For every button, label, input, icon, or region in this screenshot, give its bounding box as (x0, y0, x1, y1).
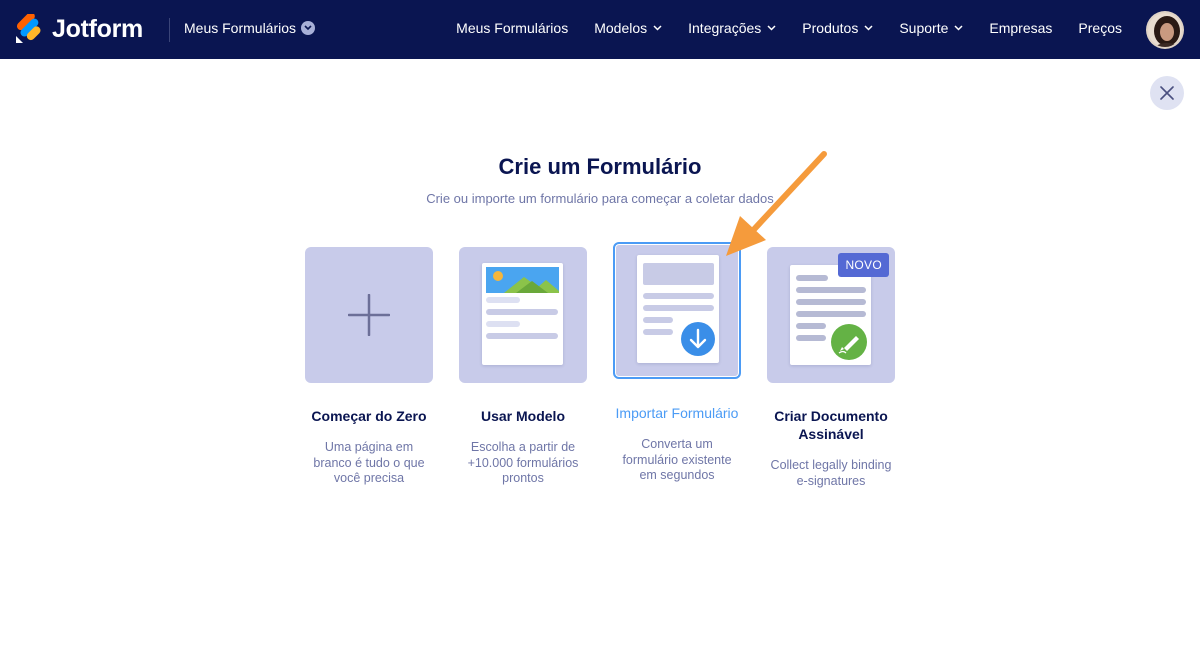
chevron-down-icon (767, 25, 776, 31)
jotform-logo-icon (14, 12, 42, 44)
modal-title: Crie um Formulário (498, 154, 702, 179)
option-tile[interactable]: NOVO (767, 247, 895, 383)
sign-document-icon (790, 265, 871, 365)
workspace-dropdown[interactable]: Meus Formulários (184, 20, 316, 36)
option-tile[interactable] (613, 242, 741, 379)
modal-subtitle: Crie ou importe um formulário para começ… (426, 191, 774, 206)
nav-label: Preços (1078, 20, 1122, 36)
option-description: Uma página em branco é tudo o que você p… (313, 440, 425, 485)
nav-item-integracoes[interactable]: Integrações (688, 20, 776, 36)
new-badge: NOVO (838, 253, 889, 277)
nav-item-empresas[interactable]: Empresas (989, 20, 1052, 36)
option-import-form[interactable]: Importar Formulário Converta um formulár… (613, 242, 741, 484)
option-description: Converta um formulário existente em segu… (622, 437, 732, 482)
option-tile[interactable] (459, 247, 587, 383)
option-label: Criar Documento Assinável (774, 408, 888, 442)
nav-item-modelos[interactable]: Modelos (594, 20, 662, 36)
header-divider (169, 18, 170, 42)
brand-name: Jotform (52, 14, 143, 43)
option-description: Escolha a partir de +10.000 formulários … (467, 440, 579, 485)
chevron-down-icon (954, 25, 963, 31)
option-create-sign-document[interactable]: NOVO Criar Documento Assinável Collect l… (767, 247, 895, 489)
top-navbar: Jotform Meus Formulários Meus Formulário… (0, 0, 1200, 59)
workspace-dropdown-label: Meus Formulários (184, 20, 297, 36)
pen-sign-icon (831, 324, 867, 360)
main-nav: Meus Formulários Modelos Integrações Pro… (430, 20, 1122, 36)
option-label: Começar do Zero (311, 408, 427, 424)
option-label: Importar Formulário (615, 405, 739, 421)
download-arrow-icon (681, 322, 715, 356)
nav-label: Integrações (688, 20, 762, 36)
plus-icon (348, 294, 390, 336)
option-use-template[interactable]: Usar Modelo Escolha a partir de +10.000 … (459, 247, 587, 487)
nav-item-precos[interactable]: Preços (1078, 20, 1122, 36)
annotation-arrow-icon (726, 151, 827, 256)
close-icon (1160, 86, 1174, 100)
nav-item-meus-formularios[interactable]: Meus Formulários (456, 20, 568, 36)
nav-label: Empresas (989, 20, 1053, 36)
template-icon (482, 263, 563, 365)
option-start-from-scratch[interactable]: Começar do Zero Uma página em branco é t… (305, 247, 433, 487)
nav-label: Produtos (802, 20, 859, 36)
chevron-down-icon (653, 25, 662, 31)
close-modal-button[interactable] (1150, 76, 1184, 110)
chevron-down-icon (301, 21, 316, 35)
nav-item-produtos[interactable]: Produtos (802, 20, 873, 36)
import-icon (637, 255, 719, 363)
nav-label: Meus Formulários (456, 20, 569, 36)
option-tile[interactable] (305, 247, 433, 383)
user-avatar[interactable] (1146, 11, 1184, 49)
nav-label: Modelos (594, 20, 648, 36)
option-label: Usar Modelo (480, 408, 565, 424)
option-description: Collect legally binding e-signatures (770, 458, 892, 488)
jotform-logo[interactable]: Jotform (14, 12, 143, 44)
nav-label: Suporte (899, 20, 949, 36)
nav-item-suporte[interactable]: Suporte (899, 20, 963, 36)
chevron-down-icon (864, 25, 873, 31)
